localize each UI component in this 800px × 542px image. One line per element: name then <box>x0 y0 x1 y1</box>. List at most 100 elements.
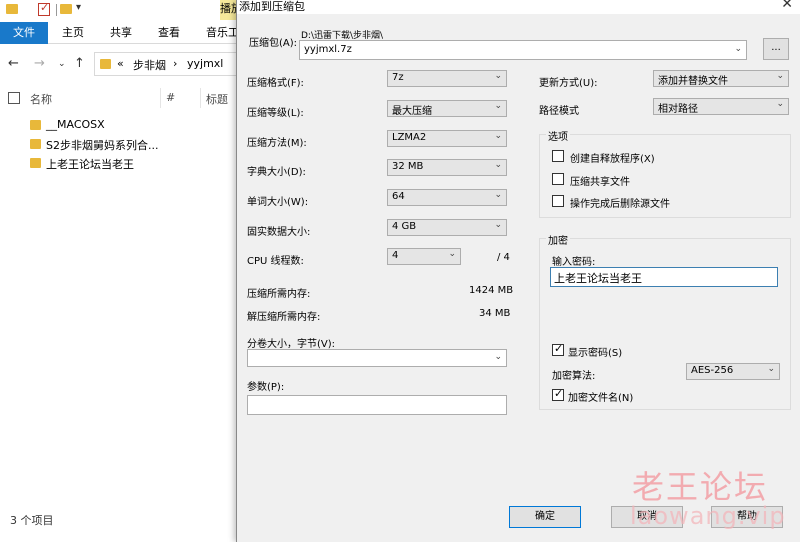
column-name[interactable]: 名称 <box>30 91 52 107</box>
forward-arrow-icon[interactable]: → <box>34 56 45 71</box>
compress-shared-checkbox[interactable] <box>552 173 564 185</box>
word-size-label: 单词大小(W): <box>247 197 309 208</box>
encryption-method-label: 加密算法: <box>552 371 596 382</box>
delete-after-checkbox[interactable] <box>552 195 564 207</box>
encrypt-filenames-label[interactable]: 加密文件名(N) <box>568 389 633 404</box>
cpu-threads-select[interactable]: 4 ⌄ <box>387 248 461 265</box>
method-select[interactable]: LZMA2 ⌄ <box>387 130 507 147</box>
split-size-label: 分卷大小，字节(V): <box>247 339 336 350</box>
breadcrumb-separator: › <box>173 57 178 70</box>
parameters-label: 参数(P): <box>247 382 285 393</box>
breadcrumb-item[interactable]: yyjmxl <box>187 57 223 70</box>
column-title[interactable]: 标题 <box>206 91 228 107</box>
ok-button[interactable]: 确定 <box>509 506 581 528</box>
column-divider <box>160 88 161 108</box>
chevron-down-icon[interactable]: ⌄ <box>734 44 742 54</box>
chevron-down-icon: ⌄ <box>448 249 456 259</box>
folder-icon <box>30 139 41 149</box>
column-number[interactable]: # <box>166 91 175 104</box>
encryption-group: 加密 输入密码: 上老王论坛当老王 显示密码(S) 加密算法: AES-256 … <box>539 232 791 410</box>
dictionary-value: 32 MB <box>392 161 424 172</box>
archive-label: 压缩包(A): <box>249 38 298 49</box>
file-name: __MACOSX <box>46 118 105 131</box>
encryption-method-value: AES-256 <box>691 365 734 376</box>
new-folder-icon[interactable] <box>60 4 72 14</box>
path-mode-select[interactable]: 相对路径 ⌄ <box>653 98 789 115</box>
column-headers: 名称 # 标题 <box>0 88 236 108</box>
back-arrow-icon[interactable]: ← <box>8 56 19 71</box>
dictionary-select[interactable]: 32 MB ⌄ <box>387 159 507 176</box>
tab-share[interactable]: 共享 <box>100 22 142 44</box>
level-value: 最大压缩 <box>392 106 432 117</box>
navigation-bar: ← → ⌄ ↑ « 步非烟 › yyjmxl <box>0 48 254 80</box>
chevron-down-icon: ⌄ <box>494 131 502 141</box>
memory-decompress-label: 解压缩所需内存: <box>247 312 321 323</box>
watermark-url: laowang.vip <box>630 502 786 530</box>
archive-name-combo[interactable]: yyjmxl.7z ⌄ <box>299 40 747 60</box>
address-bar[interactable]: « 步非烟 › yyjmxl <box>94 52 254 76</box>
compress-shared-label[interactable]: 压缩共享文件 <box>570 173 630 188</box>
dictionary-label: 字典大小(D): <box>247 167 306 178</box>
options-title: 选项 <box>546 128 570 143</box>
word-size-select[interactable]: 64 ⌄ <box>387 189 507 206</box>
chevron-down-icon: ⌄ <box>776 99 784 109</box>
update-mode-value: 添加并替换文件 <box>658 76 728 87</box>
memory-compress-value: 1424 MB <box>469 285 514 296</box>
show-password-label[interactable]: 显示密码(S) <box>568 344 622 359</box>
parameters-input[interactable] <box>247 395 507 415</box>
file-name: S2步非烟舅妈系列合... <box>46 139 159 152</box>
encryption-method-select[interactable]: AES-256 ⌄ <box>686 363 780 380</box>
split-size-combo[interactable]: ⌄ <box>247 349 507 367</box>
dialog-titlebar[interactable]: 添加到压缩包 ✕ <box>237 0 800 14</box>
solid-block-value: 4 GB <box>392 221 417 232</box>
memory-decompress-value: 34 MB <box>479 308 511 319</box>
folder-icon[interactable] <box>6 4 18 14</box>
memory-compress-label: 压缩所需内存: <box>247 289 311 300</box>
select-all-checkbox[interactable] <box>8 92 20 104</box>
browse-button[interactable]: ... <box>763 38 789 60</box>
list-item[interactable]: S2步非烟舅妈系列合... <box>0 135 236 154</box>
solid-block-label: 固实数据大小: <box>247 227 311 238</box>
archive-name-value: yyjmxl.7z <box>304 44 352 55</box>
update-mode-select[interactable]: 添加并替换文件 ⌄ <box>653 70 789 87</box>
chevron-down-icon: ⌄ <box>494 160 502 170</box>
tab-view[interactable]: 查看 <box>148 22 190 44</box>
chevron-down-icon: ⌄ <box>494 71 502 81</box>
format-value: 7z <box>392 72 404 83</box>
close-icon[interactable]: ✕ <box>781 0 793 12</box>
format-select[interactable]: 7z ⌄ <box>387 70 507 87</box>
recent-locations-icon[interactable]: ⌄ <box>58 59 66 69</box>
list-item[interactable]: __MACOSX <box>0 116 236 135</box>
customize-toolbar-icon[interactable]: ▾ <box>76 2 81 13</box>
show-password-checkbox[interactable] <box>552 342 564 356</box>
create-sfx-checkbox[interactable] <box>552 150 564 162</box>
encrypt-filenames-checkbox[interactable] <box>552 387 564 401</box>
level-select[interactable]: 最大压缩 ⌄ <box>387 100 507 117</box>
path-mode-label: 路径模式 <box>539 106 579 117</box>
add-to-archive-dialog: 添加到压缩包 ✕ 压缩包(A): D:\迅雷下载\步非烟\ yyjmxl.7z … <box>236 0 800 542</box>
tab-file[interactable]: 文件 <box>0 22 48 44</box>
word-size-value: 64 <box>392 191 405 202</box>
up-arrow-icon[interactable]: ↑ <box>74 56 85 71</box>
create-sfx-label[interactable]: 创建自释放程序(X) <box>570 150 655 165</box>
breadcrumb-item[interactable]: 步非烟 <box>133 57 166 73</box>
delete-after-label[interactable]: 操作完成后删除源文件 <box>570 195 670 210</box>
path-mode-value: 相对路径 <box>658 104 698 115</box>
chevron-down-icon: ⌄ <box>494 220 502 230</box>
solid-block-select[interactable]: 4 GB ⌄ <box>387 219 507 236</box>
dialog-title: 添加到压缩包 <box>239 0 305 13</box>
toolbar-separator <box>56 4 57 16</box>
tab-home[interactable]: 主页 <box>52 22 94 44</box>
cpu-threads-label: CPU 线程数: <box>247 256 304 267</box>
breadcrumb-overflow[interactable]: « <box>117 57 124 70</box>
chevron-down-icon[interactable]: ⌄ <box>494 352 502 362</box>
list-item[interactable]: 上老王论坛当老王 <box>0 154 236 173</box>
file-name: 上老王论坛当老王 <box>46 158 134 171</box>
password-label: 输入密码: <box>552 257 596 268</box>
format-label: 压缩格式(F): <box>247 78 304 89</box>
properties-icon[interactable] <box>38 1 50 16</box>
level-label: 压缩等级(L): <box>247 108 304 119</box>
password-input[interactable]: 上老王论坛当老王 <box>550 267 778 287</box>
status-bar-count: 3 个项目 <box>10 514 54 527</box>
encryption-title: 加密 <box>546 232 570 247</box>
